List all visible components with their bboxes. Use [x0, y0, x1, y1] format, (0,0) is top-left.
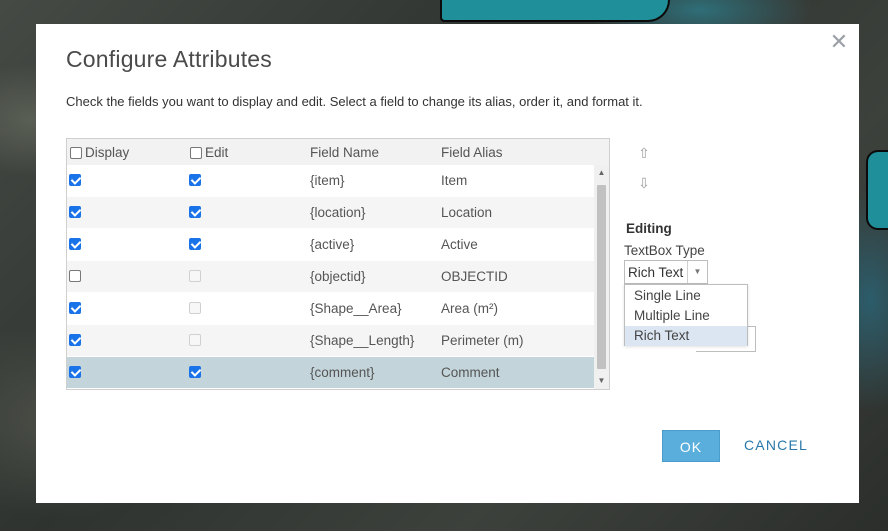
display-checkbox[interactable] — [69, 270, 81, 282]
textbox-type-dropdown: Single Line Multiple Line Rich Text — [624, 284, 748, 346]
table-row[interactable]: {location} Location — [67, 197, 594, 229]
edit-checkbox[interactable] — [189, 366, 201, 378]
field-alias-cell: Perimeter (m) — [441, 333, 524, 348]
table-row[interactable]: {Shape__Area} Area (m²) — [67, 293, 594, 325]
edit-checkbox — [189, 270, 201, 282]
textbox-type-value: Rich Text — [628, 265, 684, 280]
field-alias-header: Field Alias — [441, 145, 503, 160]
field-name-header: Field Name — [310, 145, 380, 160]
textbox-type-label: TextBox Type — [624, 243, 705, 258]
fields-table: Display Edit Field Name Field Alias {ite… — [66, 138, 610, 390]
ok-button[interactable]: OK — [662, 430, 720, 462]
edit-header-label: Edit — [205, 145, 229, 160]
display-checkbox[interactable] — [69, 206, 81, 218]
edit-all-checkbox[interactable] — [190, 146, 202, 159]
cancel-button[interactable]: CANCEL — [744, 437, 808, 453]
edit-checkbox[interactable] — [189, 174, 201, 186]
chevron-down-icon[interactable]: ▼ — [687, 261, 707, 283]
field-name-cell: {item} — [310, 173, 345, 188]
field-name-cell: {comment} — [310, 365, 375, 380]
display-header: Display — [70, 145, 129, 162]
textbox-type-select[interactable]: Rich Text ▼ — [624, 260, 708, 284]
display-checkbox[interactable] — [69, 334, 81, 346]
display-checkbox[interactable] — [69, 302, 81, 314]
scroll-thumb[interactable] — [597, 185, 606, 369]
table-row[interactable]: {Shape__Length} Perimeter (m) — [67, 325, 594, 357]
field-alias-cell: Active — [441, 237, 478, 252]
display-all-checkbox[interactable] — [70, 146, 82, 159]
field-alias-cell: Comment — [441, 365, 500, 380]
field-name-cell: {location} — [310, 205, 366, 220]
edit-checkbox[interactable] — [189, 206, 201, 218]
table-row[interactable]: {active} Active — [67, 229, 594, 261]
field-name-cell: {Shape__Length} — [310, 333, 415, 348]
field-name-cell: {objectid} — [310, 269, 366, 284]
configure-attributes-dialog: ✕ Configure Attributes Check the fields … — [36, 24, 859, 503]
edit-checkbox — [189, 334, 201, 346]
table-body: {item} Item {location} Location {active} Acti… — [67, 165, 594, 389]
scroll-up-icon[interactable]: ▲ — [594, 165, 609, 181]
option-single-line[interactable]: Single Line — [625, 286, 747, 306]
table-header: Display Edit Field Name Field Alias — [67, 139, 609, 165]
dialog-title: Configure Attributes — [66, 46, 273, 72]
table-row[interactable]: {item} Item — [67, 165, 594, 197]
option-multiple-line[interactable]: Multiple Line — [625, 306, 747, 326]
map-feature-top — [440, 0, 670, 22]
field-alias-cell: Area (m²) — [441, 301, 498, 316]
field-name-cell: {active} — [310, 237, 355, 252]
display-header-label: Display — [85, 145, 130, 160]
edit-checkbox — [189, 302, 201, 314]
map-feature-right — [866, 150, 888, 230]
editing-section-title: Editing — [626, 221, 672, 236]
display-checkbox[interactable] — [69, 174, 81, 186]
table-scrollbar[interactable]: ▲ ▼ — [594, 165, 609, 389]
edit-checkbox[interactable] — [189, 238, 201, 250]
field-alias-cell: OBJECTID — [441, 269, 508, 284]
dialog-description: Check the fields you want to display and… — [66, 94, 643, 109]
field-name-cell: {Shape__Area} — [310, 301, 402, 316]
table-row[interactable]: {comment} Comment — [67, 357, 594, 389]
close-icon[interactable]: ✕ — [829, 31, 849, 53]
field-alias-cell: Item — [441, 173, 468, 188]
move-down-icon[interactable]: ⇩ — [636, 174, 652, 192]
move-up-icon[interactable]: ⇧ — [636, 144, 652, 162]
display-checkbox[interactable] — [69, 366, 81, 378]
display-checkbox[interactable] — [69, 238, 81, 250]
scroll-down-icon[interactable]: ▼ — [594, 373, 609, 389]
edit-header: Edit — [190, 145, 228, 162]
option-rich-text[interactable]: Rich Text — [625, 326, 747, 346]
field-alias-cell: Location — [441, 205, 493, 220]
table-row[interactable]: {objectid} OBJECTID — [67, 261, 594, 293]
